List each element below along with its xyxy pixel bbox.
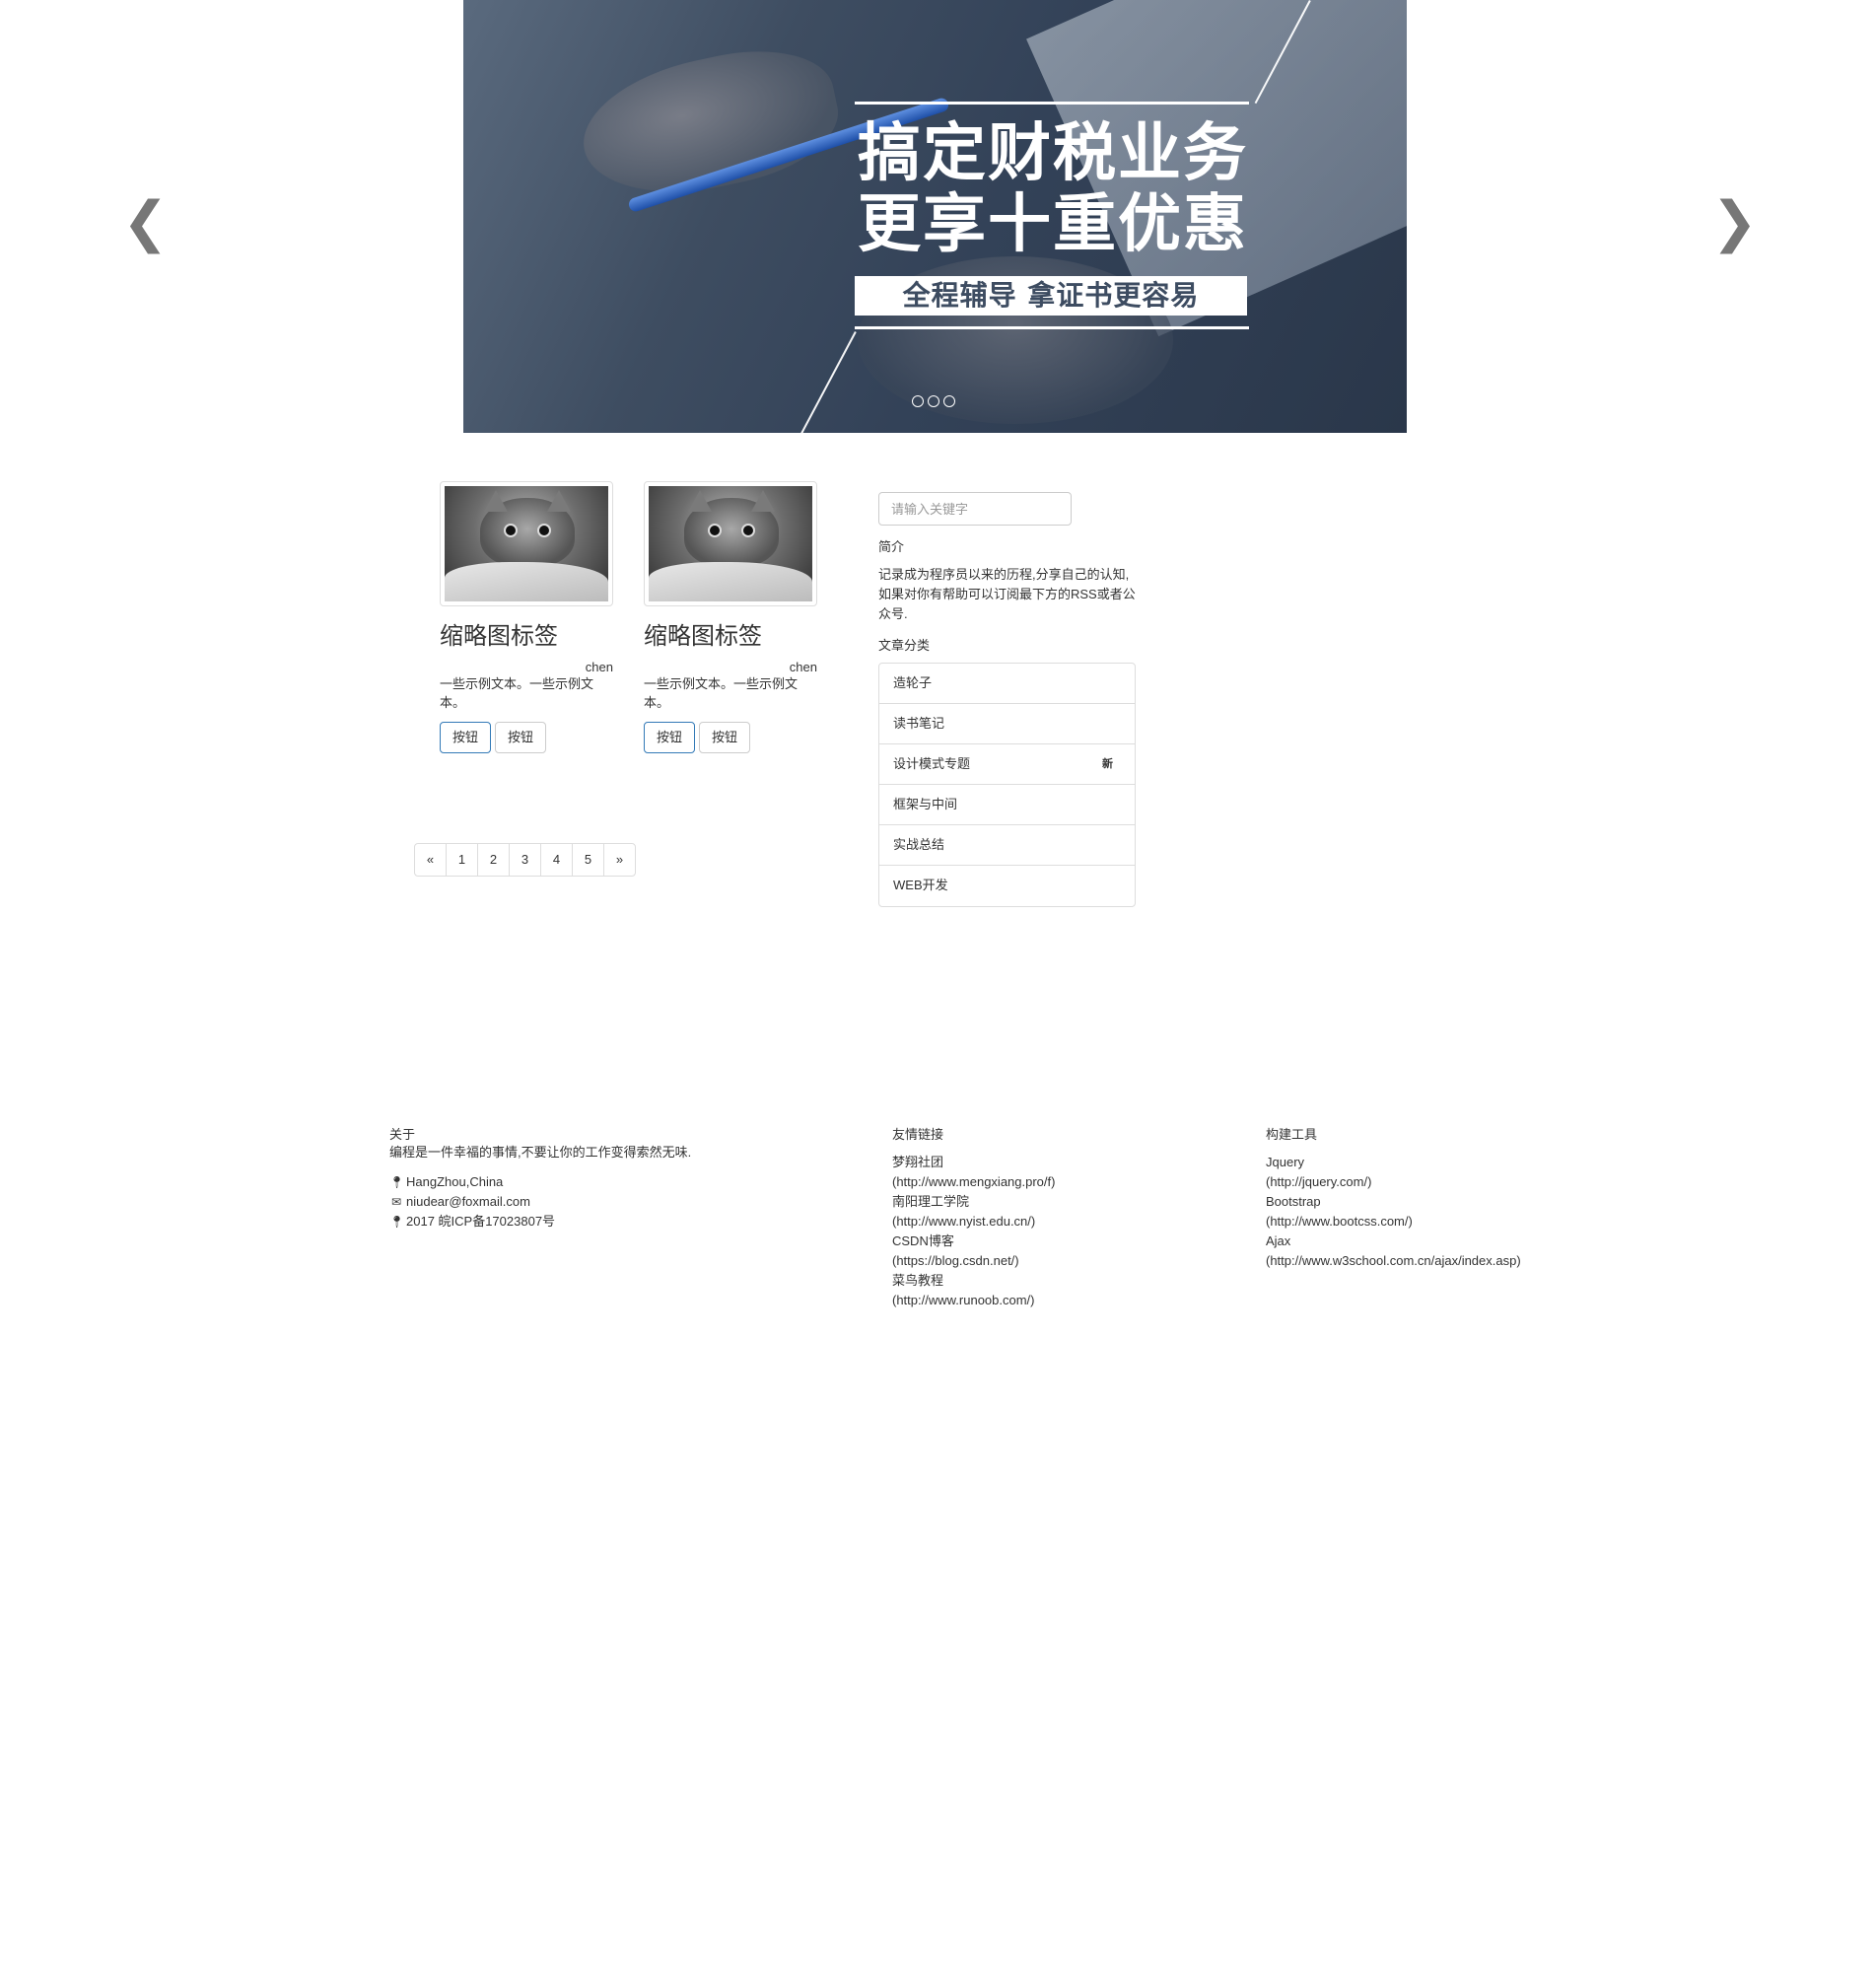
carousel-diagonal-line-bottom bbox=[799, 331, 857, 433]
footer-link-name[interactable]: 梦翔社团 bbox=[892, 1153, 1227, 1172]
carousel-indicator-1[interactable] bbox=[912, 395, 924, 407]
category-item-4[interactable]: 框架与中间 bbox=[879, 785, 1135, 825]
kitten-image bbox=[649, 486, 812, 601]
pagination-page-1[interactable]: 1 bbox=[446, 843, 478, 877]
carousel-indicators bbox=[912, 395, 955, 407]
carousel-next-arrow-icon[interactable]: ❯ bbox=[1711, 193, 1758, 252]
carousel-headline: 搞定财税业务 更享十重优惠 bbox=[858, 118, 1331, 260]
category-label: 读书笔记 bbox=[893, 716, 945, 731]
footer-tools: 构建工具 Jquery (http://jquery.com/) Bootstr… bbox=[1266, 1124, 1621, 1271]
carousel-line-top bbox=[855, 102, 1249, 105]
new-badge: 新 bbox=[1102, 758, 1113, 770]
footer-link-name[interactable]: 菜鸟教程 bbox=[892, 1271, 1227, 1291]
thumbnail-image-frame[interactable] bbox=[440, 481, 613, 606]
thumbnail-title: 缩略图标签 bbox=[644, 623, 762, 650]
thumbnail-default-button[interactable]: 按钮 bbox=[699, 722, 751, 753]
category-item-2[interactable]: 读书笔记 bbox=[879, 704, 1135, 744]
footer-link-url[interactable]: (http://www.runoob.com/) bbox=[892, 1291, 1227, 1310]
category-label: WEB开发 bbox=[893, 878, 948, 892]
thumbnail-card-1: 缩略图标签 chen 一些示例文本。一些示例文本。 按钮 按钮 bbox=[440, 481, 613, 753]
thumbnail-title: 缩略图标签 bbox=[440, 623, 558, 650]
carousel-line-bottom bbox=[855, 326, 1249, 329]
intro-text: 记录成为程序员以来的历程,分享自己的认知, 如果对你有帮助可以订阅最下方的RSS… bbox=[878, 567, 1136, 621]
footer-location: 📍︎ HangZhou,China bbox=[389, 1172, 843, 1192]
footer-link-name[interactable]: CSDN博客 bbox=[892, 1232, 1227, 1251]
category-item-3[interactable]: 设计模式专题 新 bbox=[879, 744, 1135, 785]
carousel-indicator-2[interactable] bbox=[928, 395, 939, 407]
footer-link-url[interactable]: (https://blog.csdn.net/) bbox=[892, 1251, 1227, 1271]
footer-email: ✉ niudear@foxmail.com bbox=[389, 1192, 843, 1212]
category-label: 设计模式专题 bbox=[893, 756, 971, 771]
search-input[interactable] bbox=[878, 492, 1072, 526]
map-marker-icon: 📍︎ bbox=[389, 1215, 405, 1229]
pagination-page-4[interactable]: 4 bbox=[540, 843, 573, 877]
thumbnail-text: 一些示例文本。一些示例文本。 bbox=[644, 676, 799, 710]
footer-link-name[interactable]: 南阳理工学院 bbox=[892, 1192, 1227, 1212]
pagination-next[interactable]: » bbox=[603, 843, 636, 877]
footer-about-motto: 编程是一件幸福的事情,不要让你的工作变得索然无味. bbox=[389, 1145, 692, 1160]
footer-tool-name[interactable]: Ajax bbox=[1266, 1232, 1621, 1251]
footer-link-url[interactable]: (http://www.mengxiang.pro/f) bbox=[892, 1172, 1227, 1192]
intro-title: 简介 bbox=[878, 539, 905, 554]
kitten-image bbox=[445, 486, 608, 601]
thumbnail-default-button[interactable]: 按钮 bbox=[495, 722, 547, 753]
thumbnail-author: chen bbox=[585, 660, 613, 674]
footer-tool-name[interactable]: Bootstrap bbox=[1266, 1192, 1621, 1212]
category-item-5[interactable]: 实战总结 bbox=[879, 825, 1135, 866]
carousel[interactable]: 搞定财税业务 更享十重优惠 全程辅导 拿证书更容易 bbox=[463, 0, 1407, 433]
map-marker-icon: 📍︎ bbox=[389, 1175, 405, 1189]
pagination-page-2[interactable]: 2 bbox=[477, 843, 510, 877]
footer-email-text: niudear@foxmail.com bbox=[406, 1194, 530, 1209]
thumbnail-actions: 按钮 按钮 bbox=[440, 722, 613, 753]
categories-title: 文章分类 bbox=[878, 638, 931, 653]
pagination-page-3[interactable]: 3 bbox=[509, 843, 541, 877]
footer-tools-title: 构建工具 bbox=[1266, 1127, 1318, 1142]
carousel-indicator-3[interactable] bbox=[943, 395, 955, 407]
envelope-icon: ✉ bbox=[390, 1195, 402, 1209]
category-label: 框架与中间 bbox=[893, 797, 958, 811]
carousel-headline-line2: 更享十重优惠 bbox=[858, 187, 1248, 261]
footer-icp: 📍︎ 2017 皖ICP备17023807号 bbox=[389, 1212, 843, 1232]
footer-tool-url[interactable]: (http://jquery.com/) bbox=[1266, 1172, 1621, 1192]
thumbnail-card-2: 缩略图标签 chen 一些示例文本。一些示例文本。 按钮 按钮 bbox=[644, 481, 817, 753]
thumbnail-primary-button[interactable]: 按钮 bbox=[644, 722, 696, 753]
thumbnail-author: chen bbox=[789, 660, 817, 674]
pagination: « 1 2 3 4 5 » bbox=[414, 843, 636, 877]
pagination-prev[interactable]: « bbox=[414, 843, 447, 877]
footer-link-url[interactable]: (http://www.nyist.edu.cn/) bbox=[892, 1212, 1227, 1232]
carousel-prev-arrow-icon[interactable]: ❮ bbox=[122, 193, 169, 252]
thumbnail-image-frame[interactable] bbox=[644, 481, 817, 606]
footer-links-title: 友情链接 bbox=[892, 1127, 944, 1142]
category-list: 造轮子 读书笔记 设计模式专题 新 框架与中间 实战总结 WEB开发 bbox=[878, 663, 1136, 907]
category-label: 实战总结 bbox=[893, 837, 945, 852]
footer-icp-text: 2017 皖ICP备17023807号 bbox=[406, 1214, 556, 1229]
category-item-1[interactable]: 造轮子 bbox=[879, 664, 1135, 704]
carousel-subline: 全程辅导 拿证书更容易 bbox=[855, 276, 1247, 316]
footer-links: 友情链接 梦翔社团 (http://www.mengxiang.pro/f) 南… bbox=[892, 1124, 1227, 1310]
footer-tool-name[interactable]: Jquery bbox=[1266, 1153, 1621, 1172]
footer-tool-url[interactable]: (http://www.bootcss.com/) bbox=[1266, 1212, 1621, 1232]
carousel-headline-line1: 搞定财税业务 bbox=[858, 116, 1248, 190]
footer-about: 关于 编程是一件幸福的事情,不要让你的工作变得索然无味. 📍︎ HangZhou,… bbox=[389, 1124, 843, 1232]
footer-tool-url[interactable]: (http://www.w3school.com.cn/ajax/index.a… bbox=[1266, 1251, 1621, 1271]
category-label: 造轮子 bbox=[893, 675, 933, 690]
category-item-6[interactable]: WEB开发 bbox=[879, 866, 1135, 906]
footer-location-text: HangZhou,China bbox=[406, 1174, 504, 1189]
thumbnail-primary-button[interactable]: 按钮 bbox=[440, 722, 492, 753]
pagination-page-5[interactable]: 5 bbox=[572, 843, 604, 877]
footer-about-title: 关于 bbox=[389, 1127, 416, 1142]
thumbnail-text: 一些示例文本。一些示例文本。 bbox=[440, 676, 594, 710]
thumbnail-actions: 按钮 按钮 bbox=[644, 722, 817, 753]
